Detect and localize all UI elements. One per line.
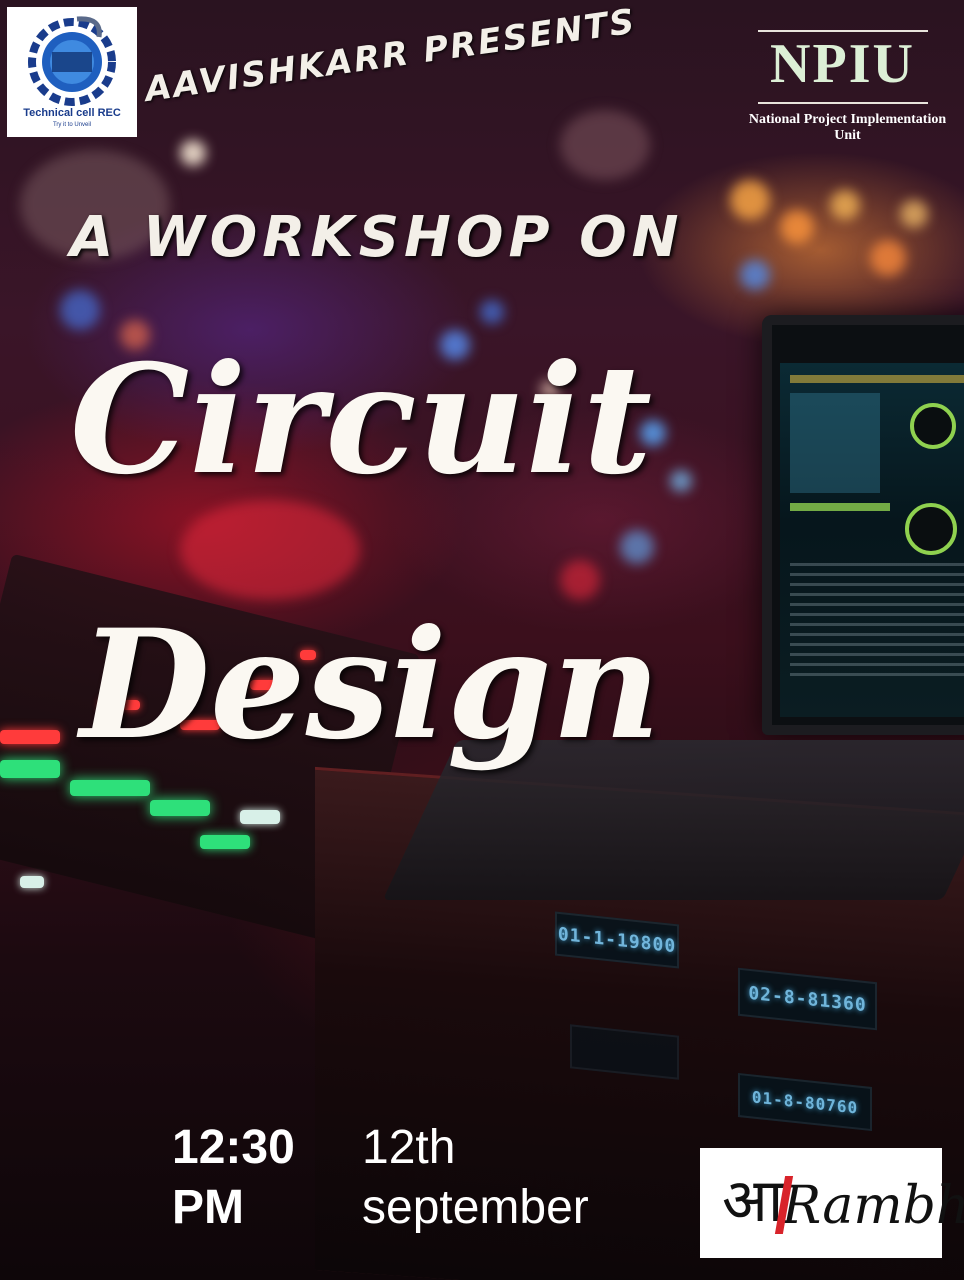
dj-software-screen xyxy=(780,363,964,717)
event-poster: 01-1-19800 02-8-81360 01-8-80760 Technic… xyxy=(0,0,964,1280)
logo-caption: Technical cell REC xyxy=(23,107,121,119)
deck-b-icon xyxy=(905,503,957,555)
aarambh-prefix: आ xyxy=(722,1166,784,1236)
title-line-2: Design xyxy=(80,597,661,773)
npiu-full-name: National Project Implementation Unit xyxy=(748,112,947,143)
aarambh-logo: आ Rambh xyxy=(700,1148,964,1258)
npiu-logo: NPIU National Project Implementation Uni… xyxy=(740,28,955,143)
deck-a-icon xyxy=(910,403,956,449)
workshop-intro: A WORKSHOP ON xyxy=(70,205,684,270)
presenter-text: AAVISHKARR PRESENTS xyxy=(142,1,639,111)
logo-tagline: Try it to Unveil xyxy=(52,122,92,128)
date-day: 12th xyxy=(362,1121,456,1174)
time-period: PM xyxy=(172,1181,244,1234)
date-month: september xyxy=(362,1181,589,1234)
laptop-screen xyxy=(762,315,964,735)
npiu-bottom-rule xyxy=(758,102,928,104)
aarambh-suffix: Rambh xyxy=(782,1176,964,1236)
title-line-1: Circuit xyxy=(70,332,653,508)
event-date: 12th september xyxy=(362,1118,589,1238)
npiu-name: NPIU xyxy=(770,33,915,95)
event-time: 12:30 PM xyxy=(172,1118,295,1238)
time-value: 12:30 xyxy=(172,1121,295,1174)
technical-cell-logo: Technical cell REC Try it to Unveil xyxy=(7,7,137,137)
